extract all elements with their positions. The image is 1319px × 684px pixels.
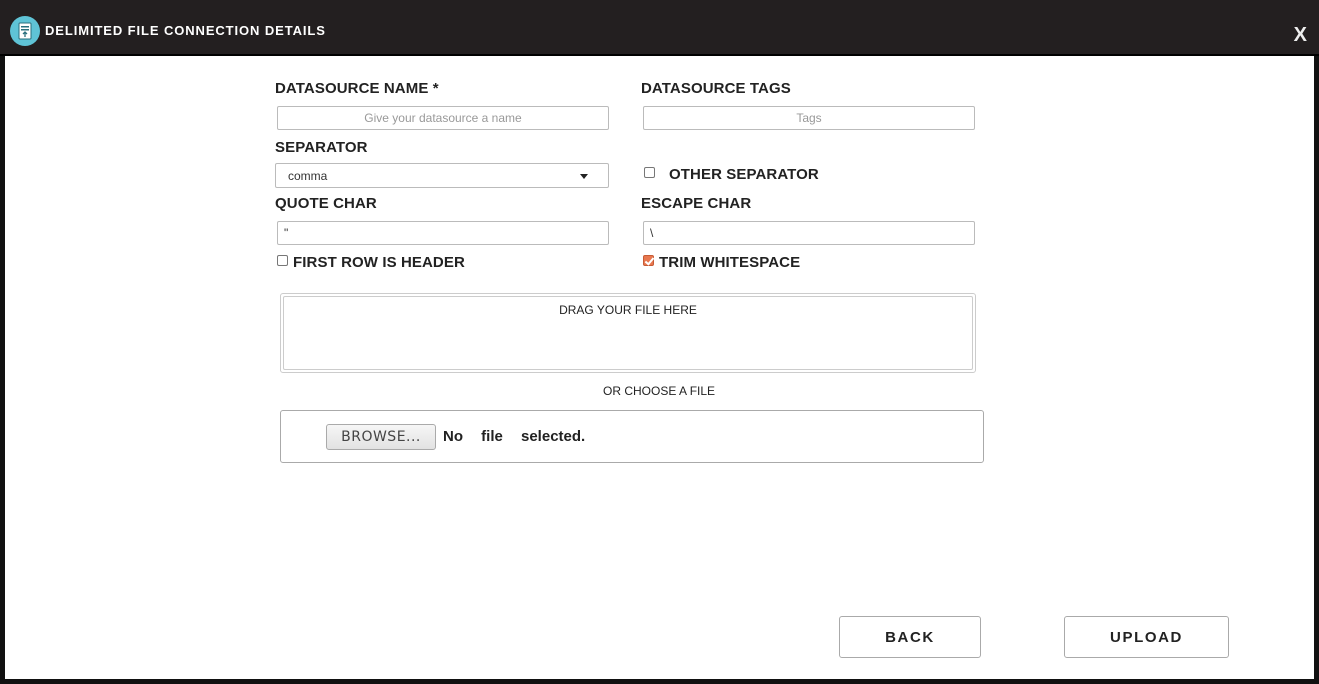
file-dropzone-inner: DRAG YOUR FILE HERE xyxy=(283,296,973,370)
separator-label: SEPARATOR xyxy=(275,139,368,156)
escape-char-input[interactable] xyxy=(643,221,975,245)
datasource-tags-label: DATASOURCE TAGS xyxy=(641,80,791,97)
quote-char-input[interactable] xyxy=(277,221,609,245)
dropzone-text: DRAG YOUR FILE HERE xyxy=(559,303,697,317)
first-row-header-label: FIRST ROW IS HEADER xyxy=(293,254,465,271)
upload-button[interactable]: UPLOAD xyxy=(1064,616,1229,658)
dialog-title: DELIMITED FILE CONNECTION DETAILS xyxy=(45,23,326,38)
datasource-name-label: DATASOURCE NAME * xyxy=(275,80,439,97)
back-button[interactable]: BACK xyxy=(839,616,981,658)
datasource-tags-input[interactable] xyxy=(643,106,975,130)
escape-char-label: ESCAPE CHAR xyxy=(641,195,752,212)
close-button[interactable]: X xyxy=(1294,24,1307,47)
chevron-down-icon xyxy=(580,174,588,179)
other-separator-label: OTHER SEPARATOR xyxy=(669,166,819,183)
first-row-header-checkbox[interactable] xyxy=(277,255,288,266)
dialog-titlebar: DELIMITED FILE CONNECTION DETAILS X xyxy=(0,0,1319,56)
separator-select[interactable]: comma xyxy=(275,163,609,188)
file-upload-icon xyxy=(10,16,40,46)
browse-button[interactable]: BROWSE... xyxy=(326,424,436,450)
file-dropzone[interactable]: DRAG YOUR FILE HERE xyxy=(280,293,976,373)
trim-whitespace-label: TRIM WHITESPACE xyxy=(659,254,801,271)
quote-char-label: QUOTE CHAR xyxy=(275,195,377,212)
choose-file-text: OR CHOOSE A FILE xyxy=(603,384,716,398)
file-chooser: BROWSE... No file selected. xyxy=(280,410,984,463)
other-separator-checkbox[interactable] xyxy=(644,167,655,178)
no-file-status: No file selected. xyxy=(443,428,586,445)
datasource-name-input[interactable] xyxy=(277,106,609,130)
trim-whitespace-checkbox[interactable] xyxy=(643,255,654,266)
separator-selected-value: comma xyxy=(288,168,328,183)
